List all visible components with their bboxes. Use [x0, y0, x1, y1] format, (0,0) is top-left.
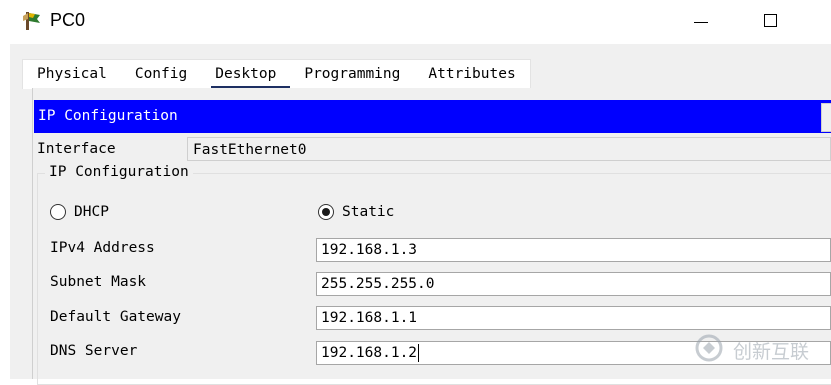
dns-server-label: DNS Server	[50, 343, 138, 359]
packet-tracer-pc-icon	[20, 9, 44, 33]
interface-label: Interface	[37, 141, 116, 157]
ipv4-address-label: IPv4 Address	[50, 240, 155, 256]
dhcp-option[interactable]: DHCP	[50, 204, 109, 220]
dhcp-radio[interactable]	[50, 204, 66, 220]
default-gateway-input[interactable]	[316, 306, 831, 330]
static-label: Static	[342, 204, 395, 220]
group-title: IP Configuration	[45, 164, 193, 180]
tab-physical[interactable]: Physical	[23, 60, 121, 89]
tab-programming[interactable]: Programming	[290, 60, 414, 89]
watermark: 创新互联	[695, 334, 809, 366]
static-option[interactable]: Static	[318, 204, 394, 220]
tab-config[interactable]: Config	[121, 60, 201, 89]
subnet-mask-input[interactable]	[316, 272, 831, 296]
watermark-text: 创新互联	[733, 340, 810, 363]
dhcp-label: DHCP	[74, 204, 109, 220]
window-title: PC0	[50, 10, 86, 30]
tab-bar: Physical Config Desktop Programming Attr…	[22, 59, 531, 89]
subnet-mask-label: Subnet Mask	[50, 274, 147, 290]
tab-desktop[interactable]: Desktop	[201, 60, 291, 89]
static-radio[interactable]	[318, 204, 334, 220]
chuangxin-logo-icon	[695, 334, 727, 366]
ip-configuration-header: IP Configuration	[34, 100, 831, 133]
ipv4-address-input[interactable]	[316, 238, 831, 262]
default-gateway-label: Default Gateway	[50, 309, 181, 325]
title-bar: PC0	[0, 0, 831, 44]
text-caret	[418, 344, 419, 362]
tab-attributes[interactable]: Attributes	[414, 60, 529, 89]
maximize-button[interactable]	[748, 0, 794, 44]
minimize-button[interactable]	[678, 0, 724, 44]
header-close-button[interactable]	[821, 103, 831, 132]
interface-value: FastEthernet0	[187, 137, 831, 161]
